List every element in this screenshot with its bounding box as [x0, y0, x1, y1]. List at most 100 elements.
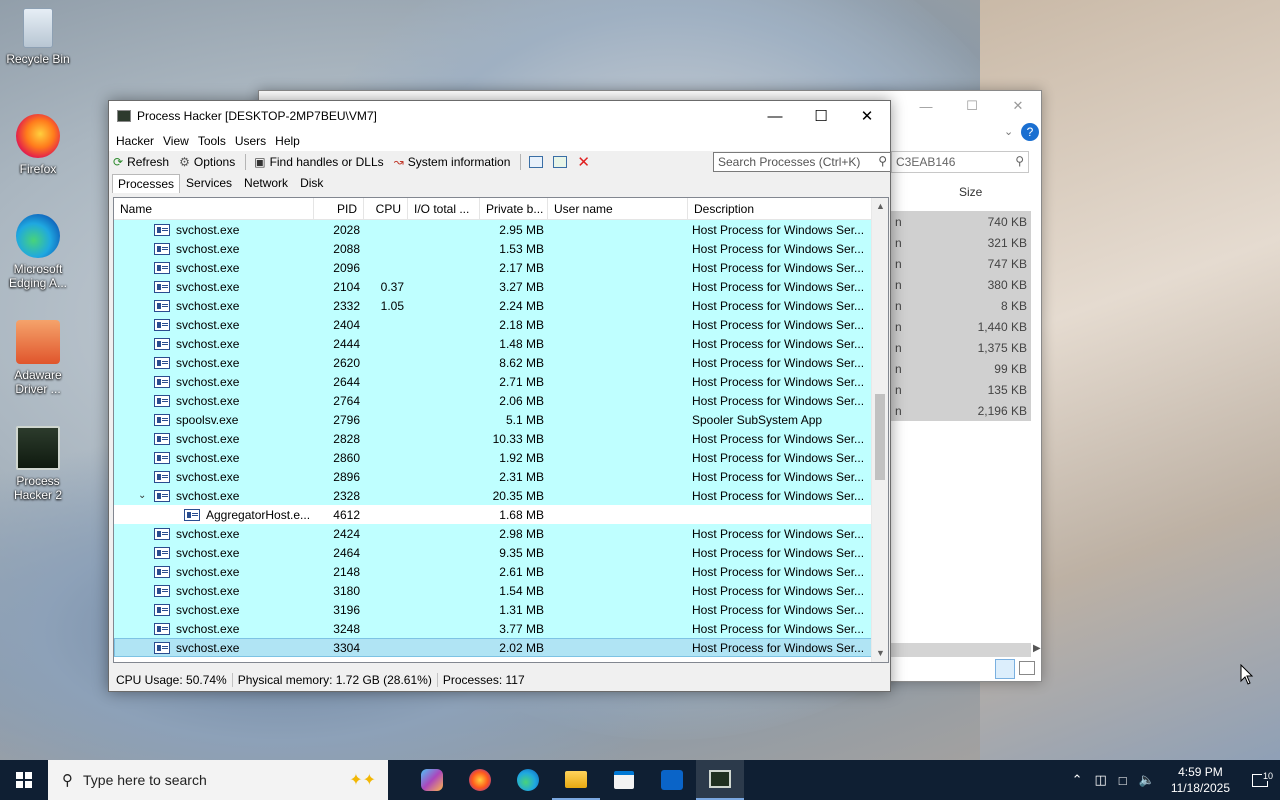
menu-help[interactable]: Help: [274, 134, 308, 148]
scroll-right-icon[interactable]: ▶: [1033, 643, 1041, 654]
tab-network[interactable]: Network: [238, 173, 294, 193]
scrollbar-thumb[interactable]: [875, 394, 885, 480]
refresh-button[interactable]: ⟳ Refresh: [113, 155, 169, 169]
chevron-down-icon[interactable]: ⌄: [1004, 125, 1013, 138]
bg-search-field[interactable]: C3EAB146 ⚲: [891, 151, 1029, 173]
taskbar-edge[interactable]: [504, 760, 552, 800]
minimize-button[interactable]: —: [752, 101, 798, 131]
process-row[interactable]: svchost.exe 2828 10.33 MB Host Process for …: [114, 429, 888, 448]
col-private-bytes[interactable]: Private b...: [480, 198, 548, 219]
menu-hacker[interactable]: Hacker: [115, 134, 162, 148]
bg-horizontal-scrollbar[interactable]: [891, 643, 1031, 657]
menu-users[interactable]: Users: [234, 134, 274, 148]
options-button[interactable]: ⚙ Options: [179, 155, 235, 169]
tiles-view-icon[interactable]: [1019, 661, 1035, 675]
process-list[interactable]: Name PID CPU I/O total ... Private b... …: [113, 197, 889, 663]
process-row[interactable]: svchost.exe 3304 2.02 MB Host Process for W…: [114, 638, 888, 657]
bg-file-row[interactable]: n 1,375 KB: [891, 337, 1031, 358]
details-view-icon[interactable]: [995, 659, 1015, 679]
taskbar-search-box[interactable]: ⚲ Type here to search ✦✦: [48, 760, 388, 800]
network-icon[interactable]: □: [1113, 773, 1133, 788]
bg-file-row[interactable]: n 2,196 KB: [891, 400, 1031, 421]
desktop-icon-firefox[interactable]: Firefox: [4, 114, 72, 176]
collapse-chevron-icon[interactable]: ⌄: [138, 490, 148, 501]
process-row[interactable]: svchost.exe 2088 1.53 MB Host Process for W…: [114, 239, 888, 258]
taskbar-copilot[interactable]: [408, 760, 456, 800]
menu-view[interactable]: View: [162, 134, 197, 148]
close-icon[interactable]: ✕: [995, 91, 1041, 121]
process-row[interactable]: svchost.exe 2148 2.61 MB Host Process for W…: [114, 562, 888, 581]
process-row[interactable]: svchost.exe 2404 2.18 MB Host Process for W…: [114, 315, 888, 334]
maximize-button[interactable]: ☐: [798, 101, 844, 131]
maximize-icon[interactable]: ☐: [949, 91, 995, 121]
taskbar-outlook[interactable]: [648, 760, 696, 800]
scroll-up-icon[interactable]: ▲: [872, 198, 888, 215]
process-row[interactable]: svchost.exe 2464 9.35 MB Host Process for W…: [114, 543, 888, 562]
process-row[interactable]: svchost.exe 3248 3.77 MB Host Process for W…: [114, 619, 888, 638]
notification-center-button[interactable]: 10: [1240, 770, 1280, 787]
desktop-icon-process-hacker[interactable]: Process Hacker 2: [4, 426, 72, 502]
process-row[interactable]: svchost.exe 2644 2.71 MB Host Process for W…: [114, 372, 888, 391]
bg-size-header[interactable]: Size: [959, 185, 982, 199]
col-cpu[interactable]: CPU: [364, 198, 408, 219]
bg-file-row[interactable]: n 321 KB: [891, 232, 1031, 253]
taskbar-file-explorer[interactable]: [552, 760, 600, 800]
chevron-up-icon[interactable]: ⌃: [1066, 772, 1089, 788]
col-io-total[interactable]: I/O total ...: [408, 198, 480, 219]
process-row[interactable]: svchost.exe 2424 2.98 MB Host Process for W…: [114, 524, 888, 543]
col-name[interactable]: Name: [114, 198, 314, 219]
bg-file-row[interactable]: n 740 KB: [891, 211, 1031, 232]
taskbar-process-hacker[interactable]: [696, 760, 744, 800]
search-processes-input[interactable]: Search Processes (Ctrl+K) ⚲: [713, 152, 891, 172]
minimize-icon[interactable]: —: [903, 91, 949, 121]
find-handles-button[interactable]: ▣ Find handles or DLLs: [254, 155, 383, 169]
process-row[interactable]: svchost.exe 2028 2.95 MB Host Process for W…: [114, 220, 888, 239]
col-user-name[interactable]: User name: [548, 198, 688, 219]
process-row[interactable]: svchost.exe 2104 0.37 3.27 MB Host Process f…: [114, 277, 888, 296]
desktop-icon-edge[interactable]: Microsoft Edging A...: [4, 214, 72, 290]
process-row[interactable]: svchost.exe 2896 2.31 MB Host Process for W…: [114, 467, 888, 486]
clock[interactable]: 4:59 PM 11/18/2025: [1161, 764, 1240, 796]
bg-file-row[interactable]: n 99 KB: [891, 358, 1031, 379]
title-bar[interactable]: Process Hacker [DESKTOP-2MP7BEU\VM7] — ☐…: [109, 101, 890, 131]
taskbar-store[interactable]: [600, 760, 648, 800]
process-row[interactable]: svchost.exe 2444 1.48 MB Host Process for W…: [114, 334, 888, 353]
bg-file-row[interactable]: n 1,440 KB: [891, 316, 1031, 337]
tab-services[interactable]: Services: [180, 173, 238, 193]
desktop-icon-recycle-bin[interactable]: Recycle Bin: [4, 8, 72, 66]
menu-tools[interactable]: Tools: [197, 134, 234, 148]
process-row[interactable]: AggregatorHost.e... 4612 1.68 MB: [114, 505, 888, 524]
process-row[interactable]: spoolsv.exe 2796 5.1 MB Spooler SubSystem A…: [114, 410, 888, 429]
tab-processes[interactable]: Processes: [112, 174, 181, 193]
process-row[interactable]: svchost.exe 3196 1.31 MB Host Process for W…: [114, 600, 888, 619]
process-row[interactable]: svchost.exe 2096 2.17 MB Host Process for W…: [114, 258, 888, 277]
taskbar-firefox[interactable]: [456, 760, 504, 800]
window-icon[interactable]: [529, 156, 544, 168]
help-icon[interactable]: ?: [1021, 123, 1039, 141]
close-button[interactable]: ✕: [844, 101, 890, 131]
window-go-icon[interactable]: [553, 156, 568, 168]
vertical-scrollbar[interactable]: ▲ ▼: [871, 198, 888, 662]
process-row[interactable]: svchost.exe 2764 2.06 MB Host Process for W…: [114, 391, 888, 410]
process-row[interactable]: svchost.exe 2860 1.92 MB Host Process for W…: [114, 448, 888, 467]
system-information-button[interactable]: ↝ System information: [394, 155, 511, 169]
start-button[interactable]: [0, 760, 48, 800]
process-row[interactable]: ⌄ svchost.exe 2328 20.35 MB Host Process for…: [114, 486, 888, 505]
volume-muted-icon[interactable]: 🔈: [1133, 772, 1161, 788]
bg-file-row[interactable]: n 135 KB: [891, 379, 1031, 400]
process-row[interactable]: svchost.exe 3180 1.54 MB Host Process for W…: [114, 581, 888, 600]
col-pid[interactable]: PID: [314, 198, 364, 219]
process-row[interactable]: svchost.exe 2620 8.62 MB Host Process for W…: [114, 353, 888, 372]
bg-file-row[interactable]: n 747 KB: [891, 253, 1031, 274]
scroll-down-icon[interactable]: ▼: [872, 645, 888, 662]
meet-now-icon[interactable]: ◫: [1088, 772, 1112, 788]
desktop-icon-label: Firefox: [19, 162, 57, 176]
tab-disk[interactable]: Disk: [294, 173, 329, 193]
col-description[interactable]: Description: [688, 198, 872, 219]
desktop-icon-adaware[interactable]: Adaware Driver ...: [4, 320, 72, 396]
bg-file-row[interactable]: n 8 KB: [891, 295, 1031, 316]
terminate-icon[interactable]: ✕: [577, 153, 590, 171]
bg-file-row[interactable]: n 380 KB: [891, 274, 1031, 295]
process-row[interactable]: svchost.exe 2332 1.05 2.24 MB Host Process f…: [114, 296, 888, 315]
process-hacker-window[interactable]: Process Hacker [DESKTOP-2MP7BEU\VM7] — ☐…: [108, 100, 891, 692]
